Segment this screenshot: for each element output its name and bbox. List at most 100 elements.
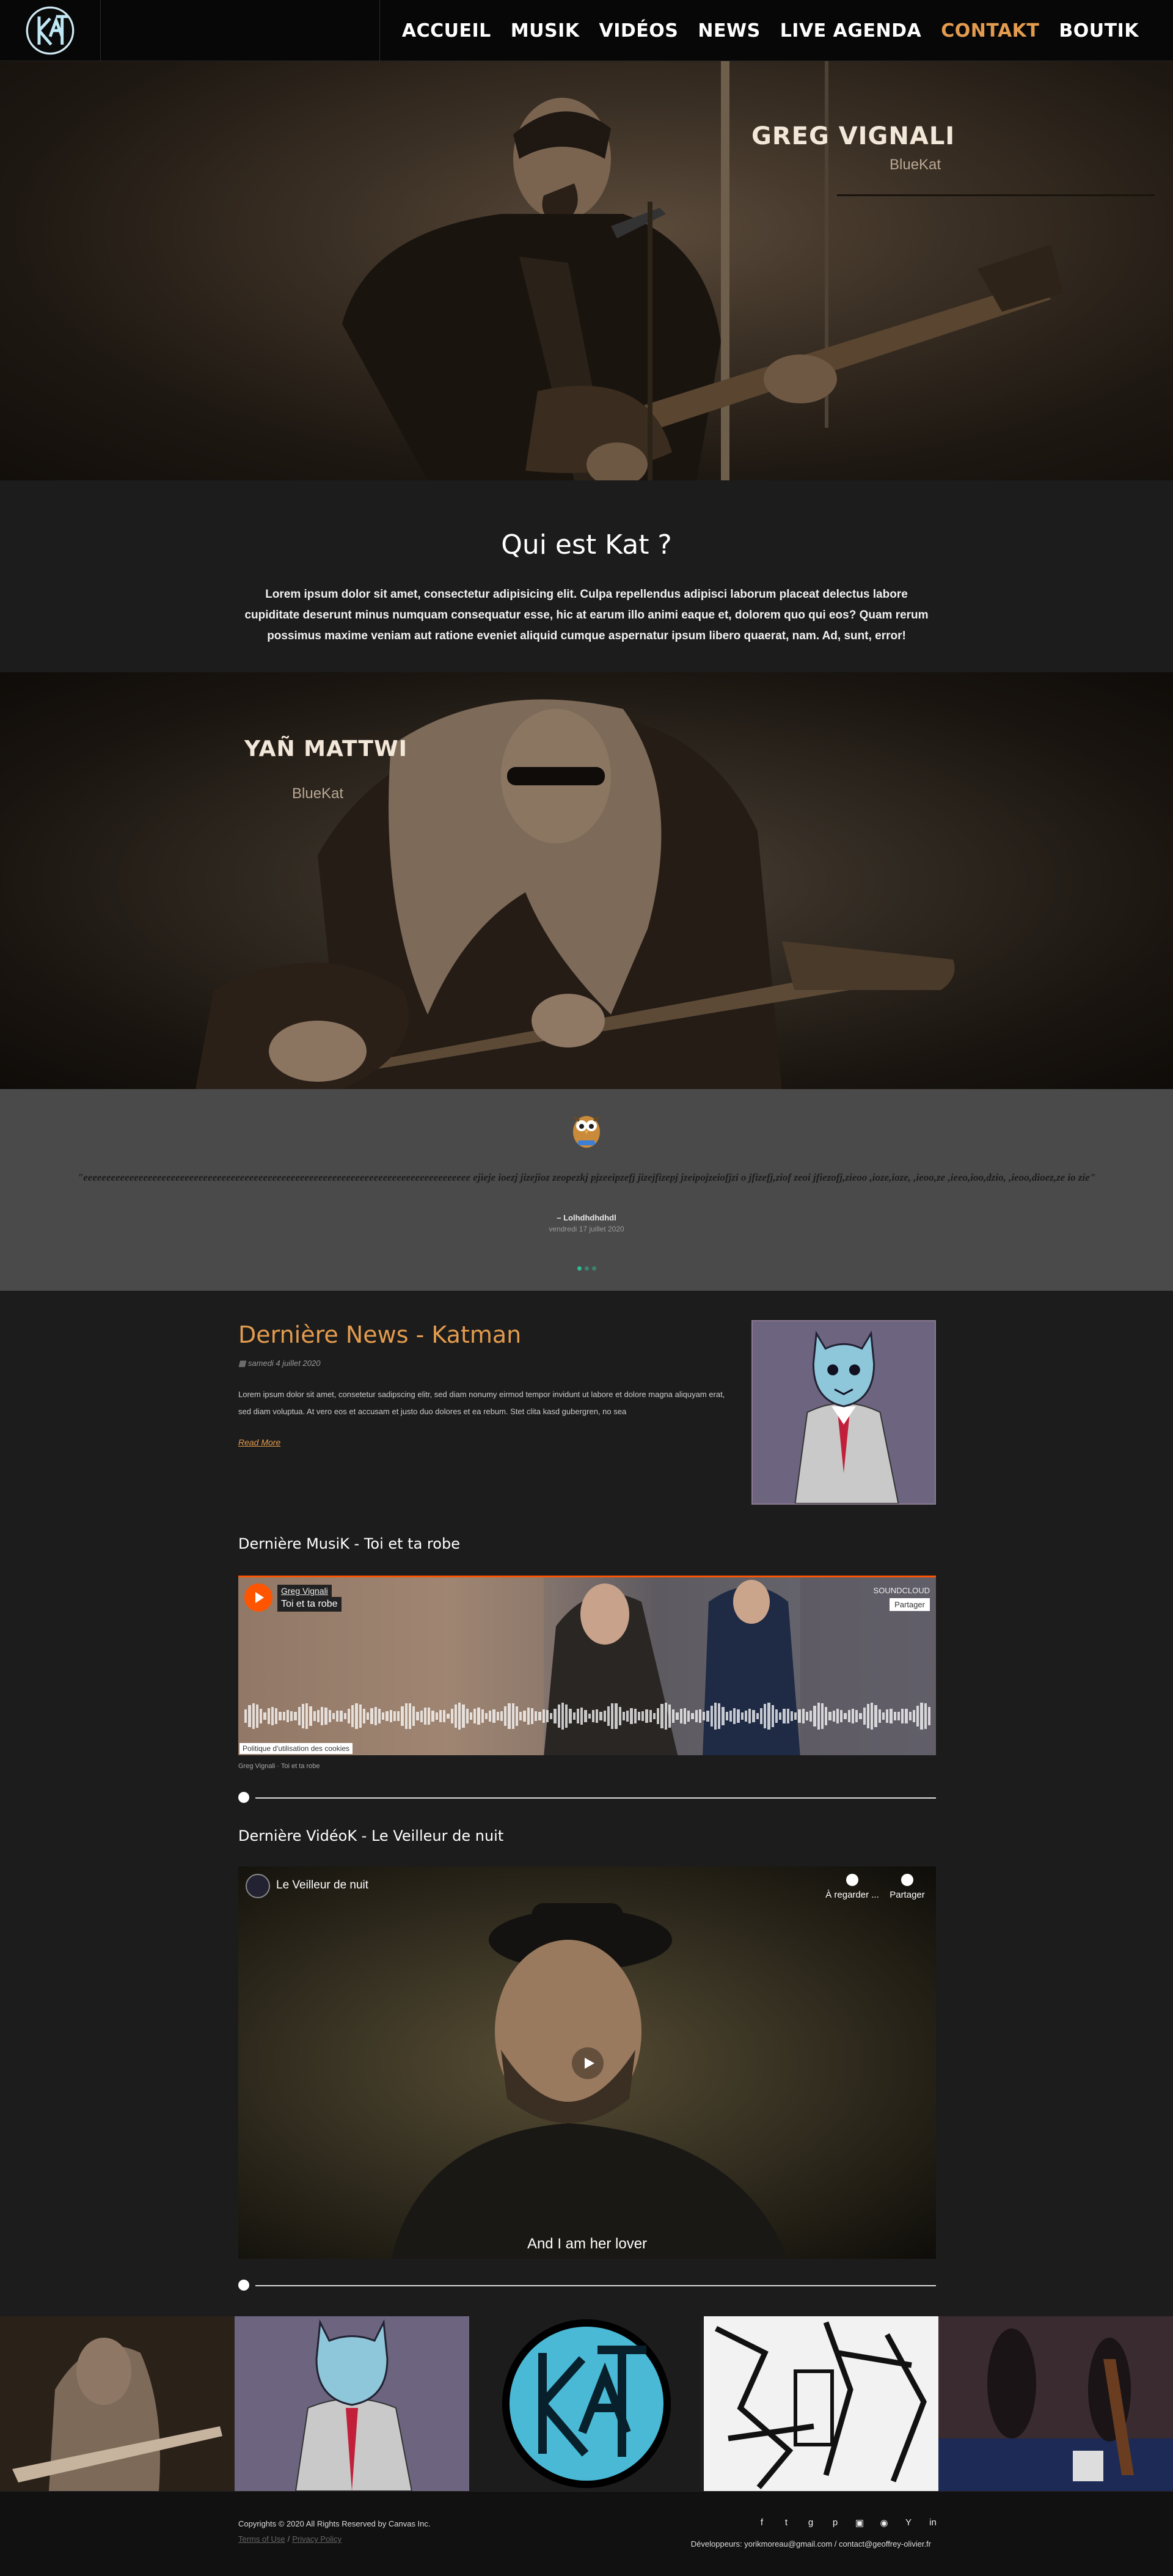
waveform-bar [580,1708,583,1725]
waveform-bar [435,1712,438,1720]
kat-logo-icon [26,6,75,55]
waveform-bar [924,1703,927,1729]
waveform-bar [668,1704,671,1728]
sc-meta[interactable]: Greg Vignali · Toi et ta robe [238,1763,320,1770]
waveform-bar [626,1710,629,1722]
play-button[interactable] [244,1583,272,1612]
testimonial-quote: "eeeeeeeeeeeeeeeeeeeeeeeeeeeeeeeeeeeeeee… [77,1172,1096,1183]
github-icon[interactable]: ◉ [879,2517,890,2528]
channel-avatar[interactable] [246,1874,270,1898]
facebook-icon[interactable]: f [756,2517,767,2528]
waveform-bar [423,1707,426,1725]
testimonial-date: vendredi 17 juillet 2020 [549,1225,624,1233]
sc-artist-link[interactable]: Greg Vignali [277,1585,332,1597]
slider-knob[interactable] [238,2280,249,2291]
bassist-photo [196,699,955,1089]
carousel-dot[interactable] [585,1266,589,1271]
waveform-bar [462,1704,465,1728]
waveform-bar [321,1707,324,1725]
waveform-bar [783,1709,786,1723]
waveform-bar [263,1712,266,1720]
waveform-bar [351,1704,354,1728]
about-heading: Qui est Kat ? [501,529,672,560]
waveform-bar [588,1713,591,1719]
waveform-bar [294,1711,297,1721]
waveform-bar [412,1706,415,1726]
soundcloud-player[interactable]: Greg Vignali Toi et ta robe SOUNDCLOUD P… [238,1576,936,1755]
logo[interactable] [0,0,101,61]
gallery-item-band-live[interactable] [938,2316,1173,2491]
gallery-photo-band [938,2316,1173,2491]
waveform-bar [851,1708,854,1724]
gallery-item-bassist[interactable] [0,2316,235,2491]
katman-image[interactable] [751,1320,936,1505]
nav-boutik[interactable]: BOUTIK [1059,20,1139,42]
video-play-button[interactable] [572,2047,604,2079]
gallery-kat-logo-icon [469,2316,704,2491]
waveform-bar [561,1703,564,1730]
gallery-item-katman[interactable] [235,2316,469,2491]
waveform-bar [641,1711,645,1721]
waveform-bar [458,1703,461,1730]
waveform-bar [615,1703,618,1729]
waveform-bar [374,1707,377,1725]
slider-track[interactable] [255,2285,936,2286]
waveform-bar [515,1706,518,1726]
latest-section: Dernière News - Katman ▦ samedi 4 juille… [0,1291,1173,2316]
waveform[interactable] [244,1703,930,1730]
linkedin-icon[interactable]: in [927,2517,938,2528]
news-title[interactable]: Dernière News - Katman [238,1321,521,1348]
gallery-item-logo[interactable] [469,2316,704,2491]
watch-later-button[interactable]: À regarder ... [825,1874,880,1900]
waveform-bar [309,1706,312,1726]
waveform-bar [771,1704,774,1728]
soundcloud-logo[interactable]: SOUNDCLOUD [874,1586,930,1595]
slider-knob[interactable] [238,1792,249,1803]
video-title[interactable]: Le Veilleur de nuit [276,1879,368,1892]
waveform-bar [676,1712,679,1720]
nav-musik[interactable]: MUSIK [511,20,580,42]
developers-text: Développeurs: yorikmoreau@gmail.com / co… [690,2539,931,2548]
gallery-photo-katman [235,2316,469,2491]
waveform-bar [443,1710,446,1722]
waveform-bar [630,1708,633,1725]
video-progress-slider[interactable] [238,2280,936,2292]
privacy-link[interactable]: Privacy Policy [292,2534,342,2544]
waveform-bar [584,1709,587,1723]
carousel-dot[interactable] [577,1266,582,1271]
vimeo-icon[interactable]: ▣ [854,2517,865,2528]
waveform-bar [313,1711,316,1721]
sc-track-title[interactable]: Toi et ta robe [277,1597,342,1612]
waveform-bar [332,1713,335,1719]
audio-progress-slider[interactable] [238,1792,936,1804]
share-button[interactable]: Partager [886,1874,929,1900]
pinterest-icon[interactable]: p [830,2517,841,2528]
gallery-item-sketch[interactable] [704,2316,938,2491]
youtube-player[interactable]: Le Veilleur de nuit À regarder ... Parta… [238,1866,936,2259]
waveform-bar [737,1709,740,1723]
site-footer: Copyrights © 2020 All Rights Reserved by… [0,2491,1173,2576]
nav-live-agenda[interactable]: LIVE AGENDA [780,20,922,42]
waveform-bar [408,1703,411,1729]
carousel-dot[interactable] [592,1266,596,1271]
nav-news[interactable]: NEWS [698,20,760,42]
waveform-bar [416,1711,419,1721]
waveform-bar [519,1711,522,1721]
waveform-bar [832,1710,835,1722]
read-more-link[interactable]: Read More [238,1437,280,1447]
terms-link[interactable]: Terms of Use [238,2534,285,2544]
waveform-bar [764,1704,767,1728]
waveform-bar [649,1710,652,1722]
hero-subtitle: BlueKat [890,156,941,173]
waveform-bar [447,1713,450,1719]
nav-videos[interactable]: VIDÉOS [599,20,678,42]
nav-accueil[interactable]: ACCUEIL [402,20,491,42]
slider-track[interactable] [255,1797,936,1799]
cookie-policy-link[interactable]: Politique d'utilisation des cookies [239,1743,353,1754]
sc-share-button[interactable]: Partager [890,1598,930,1611]
twitter-icon[interactable]: t [781,2517,792,2528]
waveform-bar [336,1710,339,1722]
yahoo-icon[interactable]: Y [903,2517,914,2528]
google-plus-icon[interactable]: g [805,2517,816,2528]
nav-contakt[interactable]: CONTAKT [941,20,1039,42]
